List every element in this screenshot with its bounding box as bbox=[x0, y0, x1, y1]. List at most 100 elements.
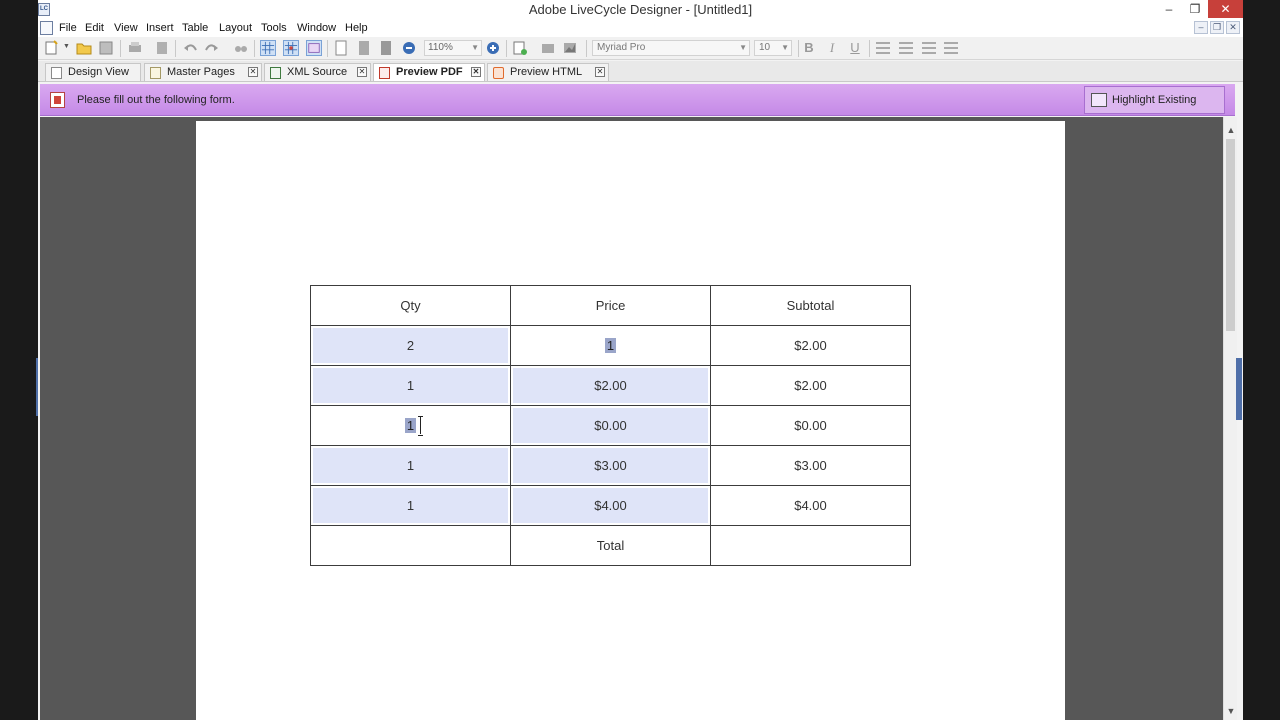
selected-text[interactable]: 1 bbox=[404, 418, 417, 433]
highlight-fields-icon bbox=[1091, 93, 1107, 107]
tab-label: Design View bbox=[68, 66, 129, 78]
notification-message: Please fill out the following form. bbox=[77, 94, 235, 106]
undo-icon[interactable] bbox=[182, 40, 198, 56]
order-table: Qty Price Subtotal 2 1 $2.00 1 $2.00 $2.… bbox=[310, 285, 911, 566]
font-select[interactable]: Myriad Pro ▼ bbox=[592, 40, 750, 56]
zoom-in-icon[interactable] bbox=[485, 40, 501, 56]
mdi-close-button[interactable]: ✕ bbox=[1226, 21, 1240, 34]
align-left-icon[interactable] bbox=[876, 42, 890, 54]
mdi-minimize-button[interactable]: – bbox=[1194, 21, 1208, 34]
page-icon[interactable] bbox=[333, 40, 349, 56]
close-icon[interactable]: ✕ bbox=[471, 67, 481, 77]
menu-tools[interactable]: Tools bbox=[261, 20, 287, 36]
total-label: Total bbox=[510, 525, 711, 566]
close-icon[interactable]: ✕ bbox=[248, 67, 258, 77]
highlight-existing-fields-button[interactable]: Highlight Existing Fields bbox=[1084, 86, 1225, 132]
italic-button[interactable]: I bbox=[824, 40, 840, 56]
grid-icon[interactable] bbox=[260, 40, 276, 56]
underline-button[interactable]: U bbox=[847, 40, 863, 56]
close-button[interactable]: ✕ bbox=[1208, 0, 1243, 18]
new-dropdown-icon[interactable]: ▼ bbox=[63, 43, 70, 50]
page-dark-icon[interactable] bbox=[378, 40, 394, 56]
open-folder-icon[interactable] bbox=[76, 40, 92, 56]
scroll-down-icon[interactable]: ▼ bbox=[1224, 706, 1238, 716]
align-right-icon[interactable] bbox=[922, 42, 936, 54]
save-icon[interactable] bbox=[98, 40, 114, 56]
qty-field[interactable]: 1 bbox=[310, 405, 511, 446]
chevron-down-icon: ▼ bbox=[781, 43, 789, 52]
table-row: 1 $0.00 $0.00 bbox=[310, 405, 911, 446]
menu-table[interactable]: Table bbox=[182, 20, 208, 36]
find-icon[interactable] bbox=[233, 40, 249, 56]
tab-xml-source[interactable]: XML Source ✕ bbox=[264, 63, 371, 81]
price-field[interactable]: $2.00 bbox=[510, 365, 711, 406]
right-panel-handle[interactable] bbox=[1236, 358, 1242, 420]
paste-icon[interactable] bbox=[154, 40, 170, 56]
snap-to-grid-icon[interactable] bbox=[283, 40, 299, 56]
menu-bar: File Edit View Insert Table Layout Tools… bbox=[38, 19, 1243, 37]
bold-button[interactable]: B bbox=[801, 40, 817, 56]
qty-field[interactable]: 1 bbox=[310, 485, 511, 526]
text-cursor-icon bbox=[418, 416, 424, 436]
price-field[interactable]: 1 bbox=[510, 325, 711, 366]
qty-field[interactable]: 1 bbox=[310, 445, 511, 486]
app-window: LC Adobe LiveCycle Designer - [Untitled1… bbox=[38, 0, 1243, 720]
subtotal-cell: $2.00 bbox=[710, 325, 911, 366]
new-document-icon[interactable] bbox=[43, 40, 59, 56]
toolbar-separator bbox=[798, 40, 799, 57]
vertical-scrollbar[interactable]: ▲ ▼ bbox=[1223, 117, 1237, 720]
redo-icon[interactable] bbox=[204, 40, 220, 56]
form-notification-bar: Please fill out the following form. High… bbox=[40, 84, 1235, 132]
align-center-icon[interactable] bbox=[899, 42, 913, 54]
form-page: Qty Price Subtotal 2 1 $2.00 1 $2.00 $2.… bbox=[196, 121, 1065, 720]
close-icon[interactable]: ✕ bbox=[595, 67, 605, 77]
header-price: Price bbox=[510, 285, 711, 326]
qty-field[interactable]: 2 bbox=[310, 325, 511, 366]
font-size-select[interactable]: 10 ▼ bbox=[754, 40, 792, 56]
scroll-up-icon[interactable]: ▲ bbox=[1224, 125, 1238, 135]
tab-design-view[interactable]: Design View bbox=[45, 63, 141, 81]
table-header-row: Qty Price Subtotal bbox=[310, 285, 911, 326]
close-icon[interactable]: ✕ bbox=[357, 67, 367, 77]
zoom-select[interactable]: 110% ▼ bbox=[424, 40, 482, 56]
page-gray-icon[interactable] bbox=[356, 40, 372, 56]
image-icon[interactable] bbox=[562, 40, 578, 56]
menu-window[interactable]: Window bbox=[297, 20, 336, 36]
subtotal-cell: $2.00 bbox=[710, 365, 911, 406]
document-workspace: Qty Price Subtotal 2 1 $2.00 1 $2.00 $2.… bbox=[40, 117, 1223, 720]
pdf-form-icon bbox=[50, 92, 65, 108]
table-row: 1 $2.00 $2.00 bbox=[310, 365, 911, 406]
guides-icon[interactable] bbox=[306, 40, 322, 56]
align-justify-icon[interactable] bbox=[944, 42, 958, 54]
mdi-restore-button[interactable]: ❐ bbox=[1210, 21, 1224, 34]
tab-label: Master Pages bbox=[167, 66, 235, 78]
menu-file[interactable]: File bbox=[59, 20, 77, 36]
maximize-button[interactable]: ❐ bbox=[1182, 0, 1208, 18]
print-icon[interactable] bbox=[127, 40, 143, 56]
tab-label: Preview PDF bbox=[396, 66, 463, 78]
minimize-button[interactable]: – bbox=[1156, 0, 1182, 18]
selected-text[interactable]: 1 bbox=[604, 338, 617, 353]
view-tab-bar: Design View Master Pages ✕ XML Source ✕ … bbox=[38, 61, 1243, 82]
subtotal-cell: $0.00 bbox=[710, 405, 911, 446]
scrollbar-thumb[interactable] bbox=[1226, 139, 1235, 331]
menu-help[interactable]: Help bbox=[345, 20, 368, 36]
form-properties-icon[interactable] bbox=[512, 40, 528, 56]
xml-icon bbox=[270, 67, 281, 79]
price-field[interactable]: $3.00 bbox=[510, 445, 711, 486]
qty-field[interactable]: 1 bbox=[310, 365, 511, 406]
menu-view[interactable]: View bbox=[114, 20, 138, 36]
table-row: 1 $3.00 $3.00 bbox=[310, 445, 911, 486]
tab-preview-html[interactable]: Preview HTML ✕ bbox=[487, 63, 609, 81]
menu-edit[interactable]: Edit bbox=[85, 20, 104, 36]
toolbar-separator bbox=[120, 40, 121, 57]
price-field[interactable]: $0.00 bbox=[510, 405, 711, 446]
action-icon[interactable] bbox=[540, 40, 556, 56]
tab-master-pages[interactable]: Master Pages ✕ bbox=[144, 63, 262, 81]
menu-layout[interactable]: Layout bbox=[219, 20, 252, 36]
zoom-out-icon[interactable] bbox=[401, 40, 417, 56]
menu-insert[interactable]: Insert bbox=[146, 20, 174, 36]
pdf-icon bbox=[379, 67, 390, 79]
tab-preview-pdf[interactable]: Preview PDF ✕ bbox=[373, 63, 485, 81]
price-field[interactable]: $4.00 bbox=[510, 485, 711, 526]
